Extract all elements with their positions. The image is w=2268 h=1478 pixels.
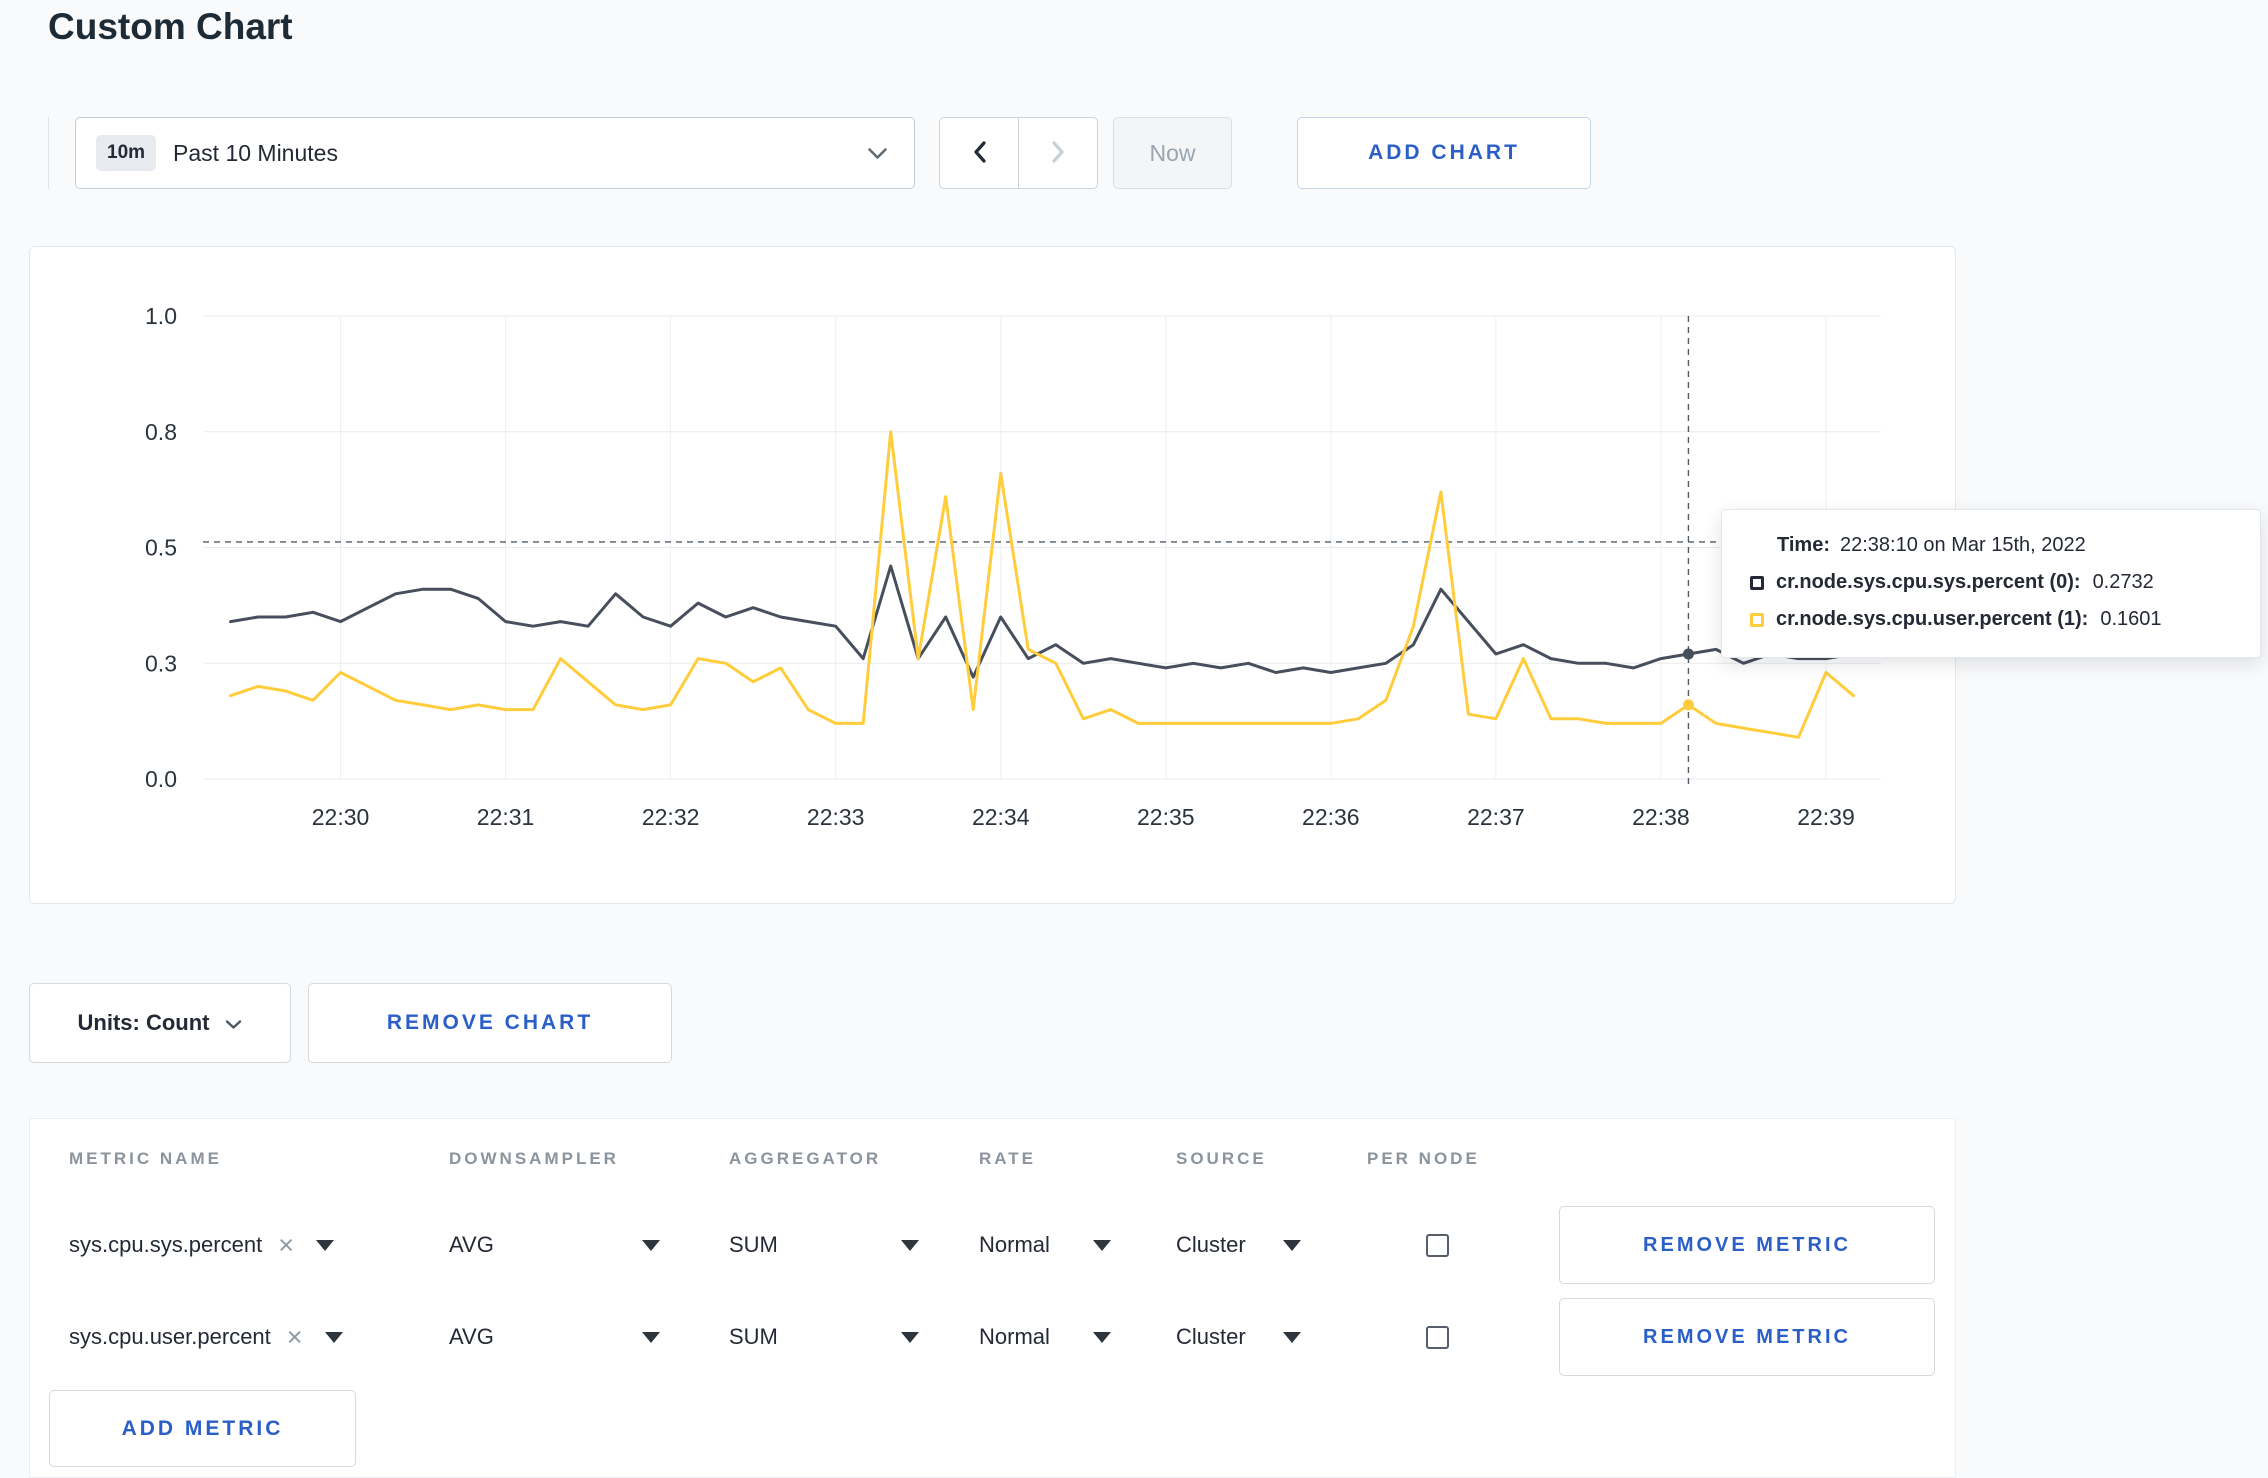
dropdown-caret-icon — [1283, 1239, 1301, 1251]
tooltip-series-row: cr.node.sys.cpu.sys.percent (0): 0.2732 — [1750, 571, 2232, 594]
header-per-node: PER NODE — [1367, 1149, 1480, 1168]
svg-text:0.8: 0.8 — [145, 419, 177, 445]
per-node-checkbox[interactable] — [1426, 1325, 1449, 1349]
add-chart-button[interactable]: ADD CHART — [1297, 117, 1591, 189]
svg-text:22:30: 22:30 — [312, 804, 370, 830]
series-user-swatch-icon — [1750, 612, 1764, 627]
svg-text:22:33: 22:33 — [807, 804, 865, 830]
dropdown-caret-icon — [315, 1239, 334, 1251]
per-node-checkbox[interactable] — [1426, 1233, 1449, 1257]
chart-svg[interactable]: 22:30 22:31 22:32 22:33 22:34 22:35 22:36 22:37… — [30, 247, 1955, 903]
remove-metric-button[interactable]: REMOVE METRIC — [1559, 1206, 1935, 1284]
source-select[interactable]: Cluster — [1176, 1232, 1301, 1258]
dropdown-caret-icon — [642, 1239, 660, 1251]
svg-text:1.0: 1.0 — [145, 303, 177, 329]
tooltip-series-value: 0.2732 — [2092, 571, 2154, 593]
remove-chart-button[interactable]: REMOVE CHART — [308, 983, 672, 1063]
aggregator-select[interactable]: SUM — [729, 1232, 919, 1258]
close-icon[interactable]: × — [278, 1231, 294, 1259]
svg-text:22:38: 22:38 — [1632, 804, 1690, 830]
series-sys-swatch-icon — [1750, 575, 1764, 590]
svg-text:22:37: 22:37 — [1467, 804, 1525, 830]
dropdown-caret-icon — [1093, 1239, 1111, 1251]
time-range-label: Past 10 Minutes — [173, 139, 338, 166]
remove-metric-button[interactable]: REMOVE METRIC — [1559, 1298, 1935, 1376]
tooltip-time-label: Time: — [1777, 534, 1830, 556]
header-metric-name: METRIC NAME — [69, 1149, 222, 1168]
source-select[interactable]: Cluster — [1176, 1324, 1301, 1350]
tooltip-time: Time: 22:38:10 on Mar 15th, 2022 — [1750, 534, 2232, 557]
dropdown-caret-icon — [901, 1239, 919, 1251]
header-aggregator: AGGREGATOR — [729, 1149, 882, 1168]
svg-text:22:32: 22:32 — [642, 804, 700, 830]
svg-text:0.0: 0.0 — [145, 766, 177, 792]
source-value: Cluster — [1176, 1232, 1246, 1257]
aggregator-value: SUM — [729, 1232, 778, 1257]
next-time-button[interactable] — [1018, 117, 1098, 189]
dropdown-caret-icon — [324, 1331, 343, 1343]
tooltip-series-row: cr.node.sys.cpu.user.percent (1): 0.1601 — [1750, 608, 2232, 631]
metric-name-select[interactable]: sys.cpu.sys.percent × — [69, 1231, 449, 1259]
tooltip-series-name: cr.node.sys.cpu.sys.percent (0): — [1776, 571, 2081, 593]
chevron-right-icon — [1051, 140, 1066, 167]
rate-value: Normal — [979, 1324, 1050, 1349]
chevron-left-icon — [972, 140, 987, 167]
chevron-down-icon — [867, 147, 888, 160]
chart-footer: Units: Count REMOVE CHART — [29, 983, 672, 1063]
toolbar-divider — [48, 117, 49, 189]
rate-value: Normal — [979, 1232, 1050, 1257]
metric-name-select[interactable]: sys.cpu.user.percent × — [69, 1323, 449, 1351]
downsampler-value: AVG — [449, 1232, 494, 1257]
rate-select[interactable]: Normal — [979, 1324, 1111, 1350]
metric-name: sys.cpu.sys.percent — [69, 1232, 263, 1257]
metrics-table: METRIC NAME DOWNSAMPLER AGGREGATOR RATE … — [29, 1118, 1956, 1478]
header-source: SOURCE — [1176, 1149, 1267, 1168]
downsampler-select[interactable]: AVG — [449, 1232, 660, 1258]
svg-text:22:36: 22:36 — [1302, 804, 1360, 830]
header-rate: RATE — [979, 1149, 1037, 1168]
prev-time-button[interactable] — [939, 117, 1019, 189]
chart-panel: 22:30 22:31 22:32 22:33 22:34 22:35 22:36 22:37… — [29, 246, 1956, 904]
close-icon[interactable]: × — [287, 1323, 303, 1351]
svg-text:22:31: 22:31 — [477, 804, 535, 830]
dropdown-caret-icon — [1093, 1331, 1111, 1343]
toolbar: 10m Past 10 Minutes Now ADD CHART — [48, 117, 1591, 189]
rate-select[interactable]: Normal — [979, 1232, 1111, 1258]
aggregator-value: SUM — [729, 1324, 778, 1349]
svg-text:22:35: 22:35 — [1137, 804, 1195, 830]
units-label: Units: Count — [77, 1010, 210, 1035]
tooltip-series-value: 0.1601 — [2100, 608, 2162, 630]
now-button[interactable]: Now — [1113, 117, 1232, 189]
dropdown-caret-icon — [1283, 1331, 1301, 1343]
chart-tooltip: Time: 22:38:10 on Mar 15th, 2022 cr.node.… — [1721, 509, 2261, 658]
add-metric-button[interactable]: ADD METRIC — [49, 1390, 356, 1467]
svg-text:22:39: 22:39 — [1797, 804, 1855, 830]
dropdown-caret-icon — [901, 1331, 919, 1343]
metrics-table-header: METRIC NAME DOWNSAMPLER AGGREGATOR RATE … — [30, 1119, 1955, 1199]
table-row: sys.cpu.user.percent × AVG SUM Normal Cl… — [30, 1291, 1955, 1383]
tooltip-series-name: cr.node.sys.cpu.user.percent (1): — [1776, 608, 2089, 630]
svg-text:22:34: 22:34 — [972, 804, 1030, 830]
header-downsampler: DOWNSAMPLER — [449, 1149, 619, 1168]
time-pager — [939, 117, 1098, 189]
page-title: Custom Chart — [48, 6, 293, 47]
dropdown-caret-icon — [642, 1331, 660, 1343]
chevron-down-icon — [225, 1010, 242, 1036]
source-value: Cluster — [1176, 1324, 1246, 1349]
svg-text:0.5: 0.5 — [145, 535, 177, 561]
units-select[interactable]: Units: Count — [29, 983, 291, 1063]
table-row: sys.cpu.sys.percent × AVG SUM Normal Clu… — [30, 1199, 1955, 1291]
svg-text:0.3: 0.3 — [145, 650, 177, 676]
time-range-select[interactable]: 10m Past 10 Minutes — [75, 117, 915, 189]
downsampler-value: AVG — [449, 1324, 494, 1349]
tooltip-time-value: 22:38:10 on Mar 15th, 2022 — [1839, 534, 2086, 556]
aggregator-select[interactable]: SUM — [729, 1324, 919, 1350]
time-range-badge: 10m — [96, 135, 157, 171]
downsampler-select[interactable]: AVG — [449, 1324, 660, 1350]
metric-name: sys.cpu.user.percent — [69, 1324, 271, 1349]
